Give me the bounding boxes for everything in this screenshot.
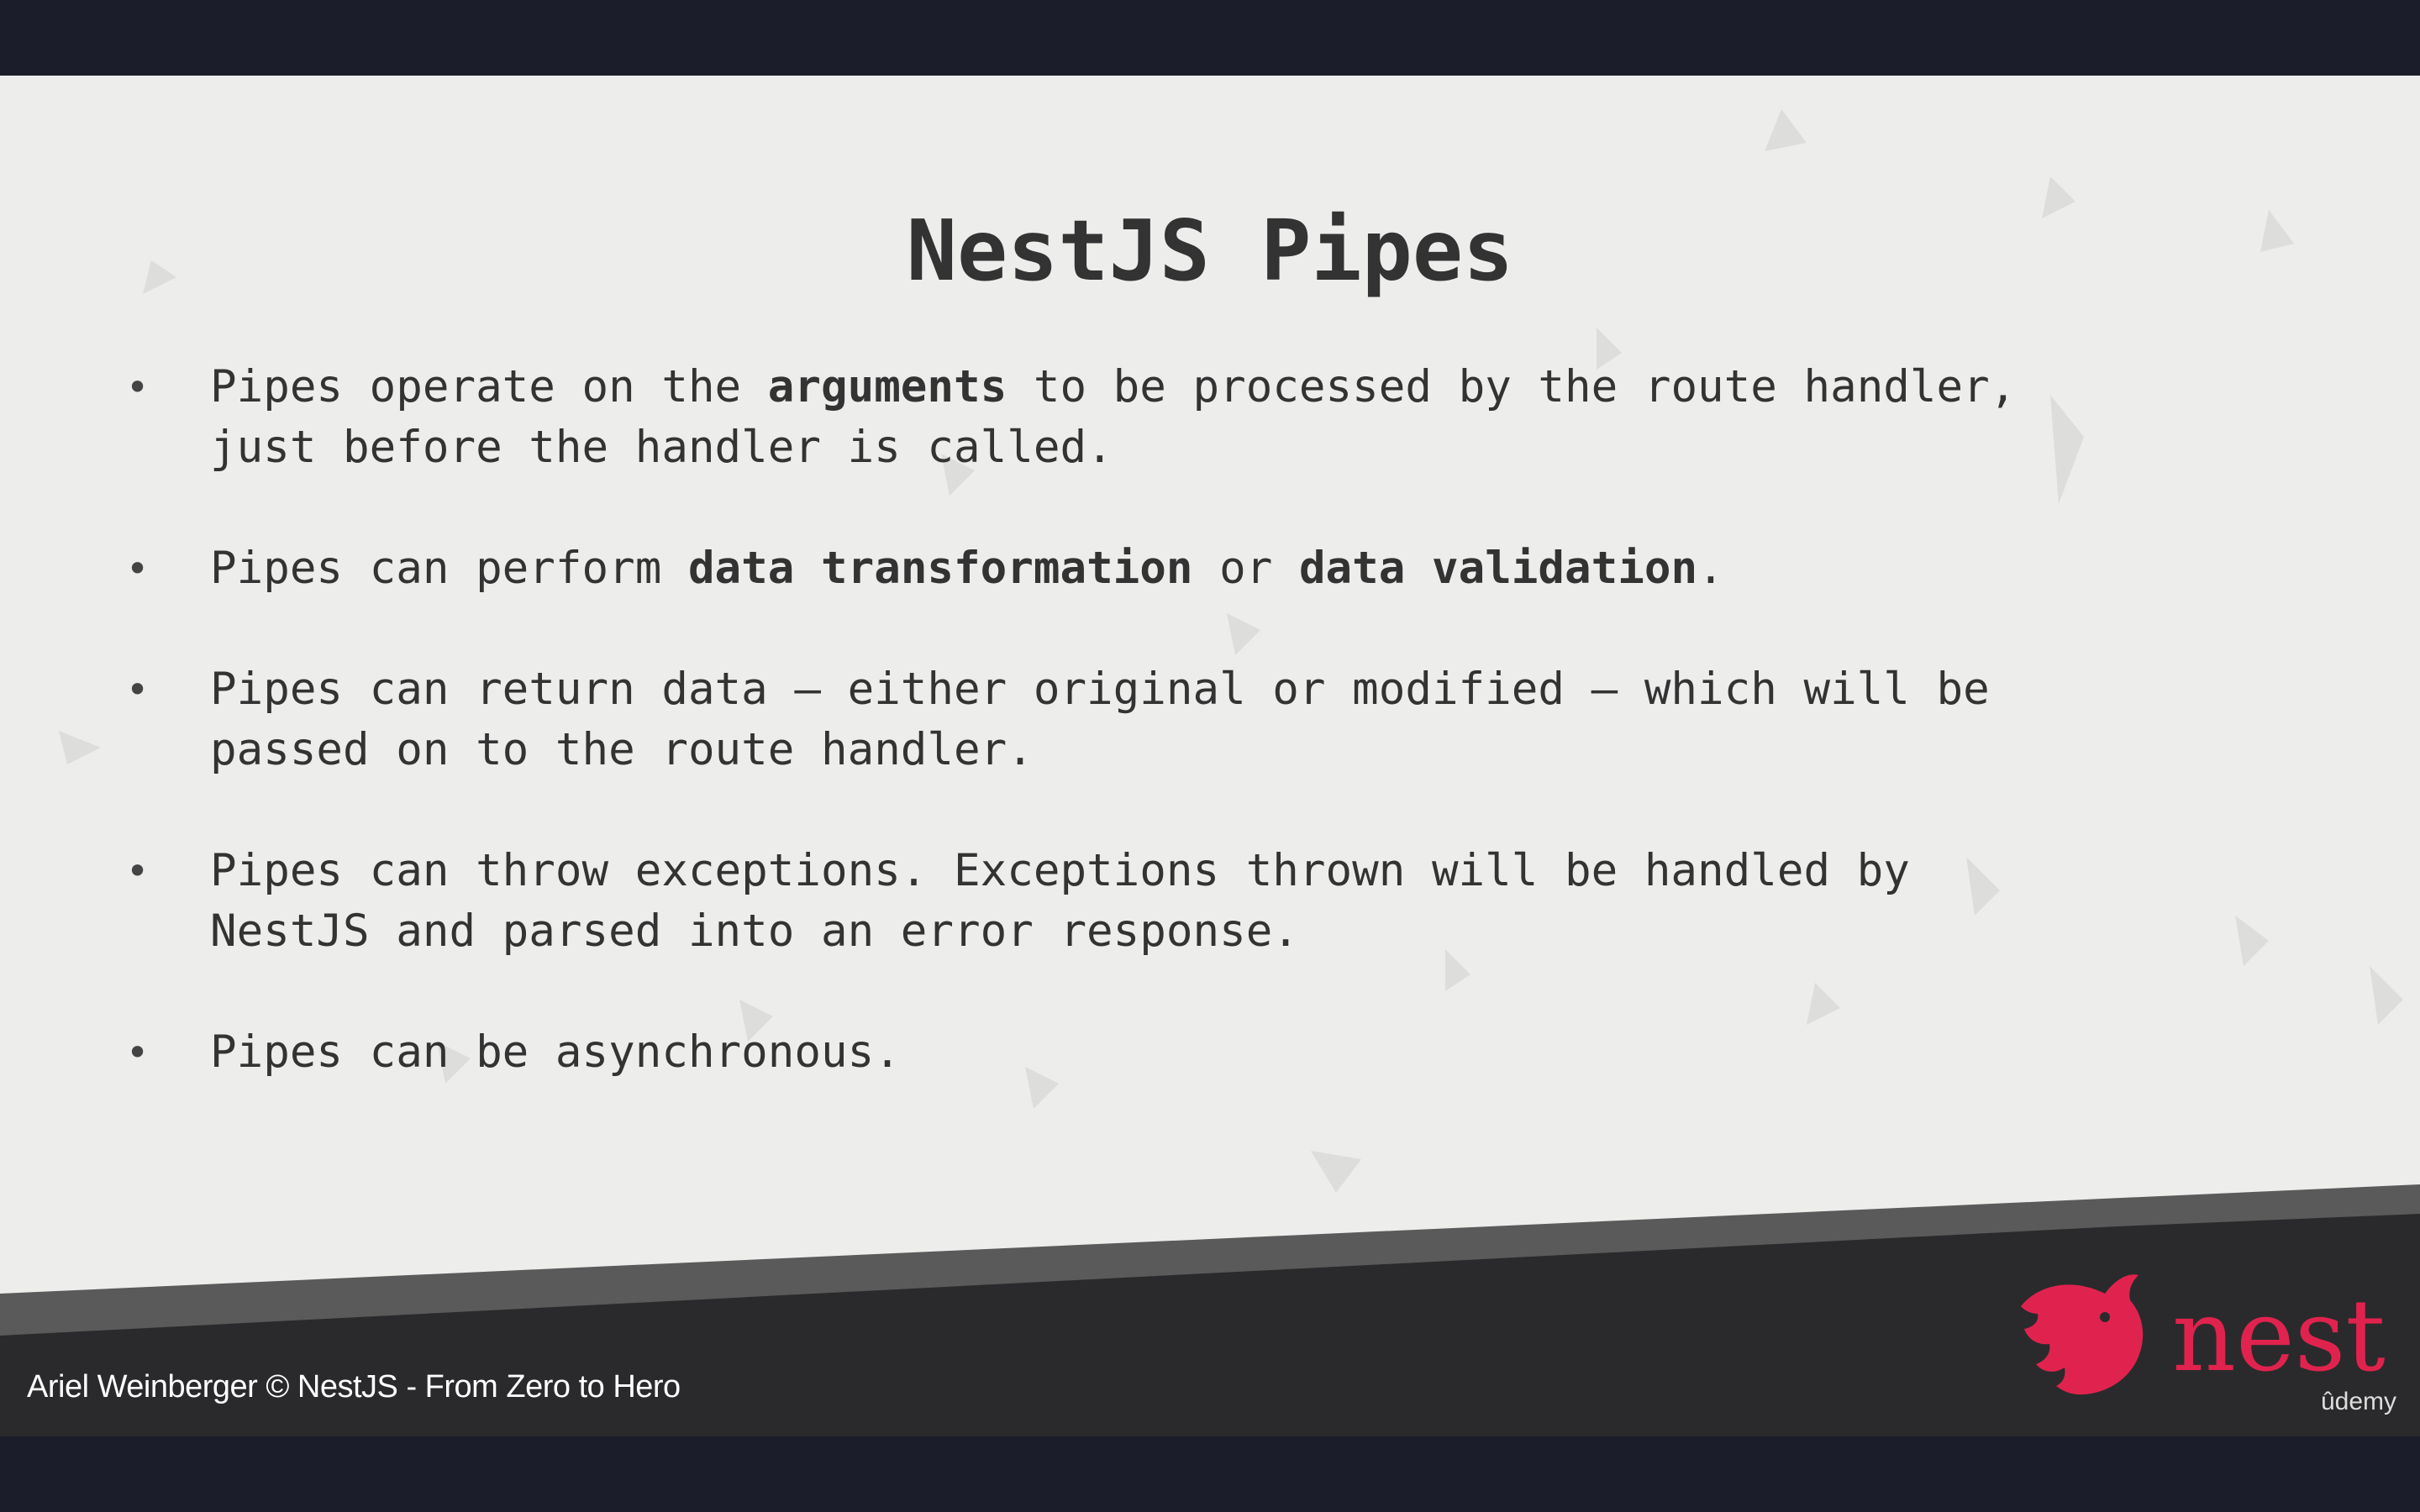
bullet-dot: •	[126, 667, 150, 712]
bullet-text: to be processed by the route handler,	[1007, 361, 2017, 412]
bullet-dot: •	[126, 365, 150, 410]
bullet-line: Pipes can be asynchronous.	[210, 1022, 2328, 1083]
nest-wordmark: nest	[2172, 1278, 2386, 1394]
bullet-list: • Pipes operate on the arguments to be pr…	[126, 357, 2328, 1143]
bullet-line: NestJS and parsed into an error response…	[210, 901, 2328, 962]
bullet-text: .	[1697, 543, 1724, 594]
bullet-dot: •	[126, 848, 150, 894]
bullet-line: just before the handler is called.	[210, 417, 2328, 478]
bullet-dot: •	[126, 1030, 150, 1075]
udemy-watermark: ûdemy	[2321, 1388, 2397, 1415]
bullet-line: Pipes can perform data transformation or…	[210, 538, 2328, 599]
bullet-item: • Pipes can perform data transformation o…	[126, 538, 2328, 599]
bullet-dot: •	[126, 546, 150, 591]
bullet-item: • Pipes operate on the arguments to be pr…	[126, 357, 2328, 478]
bullet-text: just before the handler is called.	[210, 422, 1113, 473]
bullet-bold-text: data transformation	[687, 543, 1193, 594]
slide: NestJS Pipes • Pipes operate on the argum…	[0, 76, 2420, 1436]
bullet-text: passed on to the route handler.	[210, 724, 1034, 775]
bullet-line: Pipes operate on the arguments to be pro…	[210, 357, 2328, 417]
footer-credit: Ariel Weinberger © NestJS - From Zero to…	[27, 1369, 681, 1404]
slide-title: NestJS Pipes	[906, 202, 1514, 300]
bullet-text: NestJS and parsed into an error response…	[210, 906, 1299, 957]
bullet-item: • Pipes can be asynchronous.	[126, 1022, 2328, 1083]
bullet-item: • Pipes can throw exceptions. Exceptions …	[126, 841, 2328, 962]
bullet-bold-text: data validation	[1298, 543, 1698, 594]
bullet-text: Pipes can be asynchronous.	[210, 1026, 901, 1078]
bullet-bold-text: arguments	[767, 361, 1007, 412]
bullet-text: Pipes can throw exceptions. Exceptions t…	[210, 845, 1910, 896]
bullet-item: • Pipes can return data – either original…	[126, 659, 2328, 780]
letterbox-bottom	[0, 1436, 2420, 1512]
bullet-line: Pipes can return data – either original …	[210, 659, 2328, 720]
bullet-text: Pipes can perform	[210, 543, 688, 594]
bullet-text: Pipes operate on the	[210, 361, 768, 412]
bullet-line: Pipes can throw exceptions. Exceptions t…	[210, 841, 2328, 901]
bullet-text: Pipes can return data – either original …	[210, 664, 1990, 715]
bullet-line: passed on to the route handler.	[210, 720, 2328, 780]
bullet-text: or	[1192, 543, 1299, 594]
letterbox-top	[0, 0, 2420, 76]
